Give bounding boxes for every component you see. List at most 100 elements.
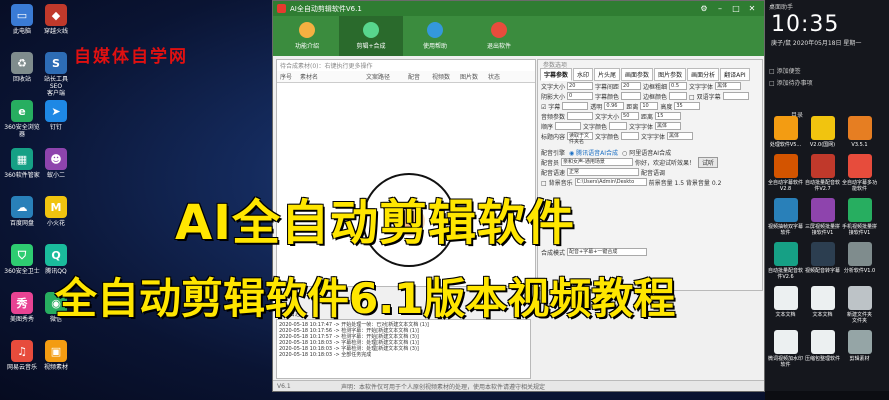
app-icon: ♻ bbox=[11, 52, 33, 74]
settings-icon[interactable]: ⚙ bbox=[696, 4, 712, 13]
app-icon: Q bbox=[45, 244, 67, 266]
param-label: 透明 bbox=[590, 103, 603, 111]
desktop-icon[interactable]: ♻ 回收站 bbox=[4, 52, 40, 83]
desktop-icon[interactable]: ◆ 穿越火线 bbox=[38, 4, 74, 35]
tab-help[interactable]: 使用帮助 bbox=[403, 16, 467, 56]
material-list-caption: 待合成素材(0)：右键执行更多操作 bbox=[280, 63, 373, 70]
param-field[interactable]: 0 bbox=[567, 92, 594, 100]
sidebar-file[interactable]: 处理软件V5... bbox=[767, 116, 804, 148]
sidebar-file-label: 视频抽帧双字幕软件 bbox=[767, 224, 803, 236]
desktop-icon[interactable]: ☁ 百度网盘 bbox=[4, 196, 40, 227]
sidebar-file[interactable]: 三屏视频批量拼接软件V1 bbox=[804, 198, 841, 236]
param-field[interactable] bbox=[722, 92, 749, 100]
desktop-icon[interactable]: e 360安全浏览器 bbox=[4, 100, 40, 138]
voice-field[interactable]: C:\Users\Admin\Deskto bbox=[574, 178, 647, 186]
sidebar-file[interactable]: V3.5.1 bbox=[841, 116, 878, 148]
param-field[interactable]: 黑体 bbox=[667, 132, 694, 140]
params-tab[interactable]: 图片参数 bbox=[654, 68, 687, 81]
desktop-icon[interactable]: ♫ 网易云音乐 bbox=[4, 340, 40, 371]
sidebar-file[interactable]: 手机视频批量拼接软件V1 bbox=[841, 198, 878, 236]
column-header[interactable]: 配音 bbox=[405, 71, 429, 82]
desktop-icon[interactable]: M 小火花 bbox=[38, 196, 74, 227]
column-header[interactable]: 状态 bbox=[485, 71, 515, 82]
file-icon bbox=[810, 286, 835, 310]
param-field[interactable] bbox=[562, 102, 589, 110]
desktop-icon[interactable]: ▭ 此电脑 bbox=[4, 4, 40, 35]
sidebar-file[interactable]: 视频抽帧双字幕软件 bbox=[767, 198, 804, 236]
param-field[interactable]: 读取于文件夹名 bbox=[567, 132, 594, 145]
file-icon bbox=[773, 198, 798, 222]
sidebar-file[interactable]: 文本文档 bbox=[767, 286, 804, 318]
param-field[interactable]: 35 bbox=[674, 102, 701, 110]
desktop-icon[interactable]: ☻ 蚁小二 bbox=[38, 148, 74, 179]
param-field[interactable]: 15 bbox=[655, 112, 682, 120]
param-field[interactable]: 50 bbox=[621, 112, 640, 120]
merge-mode-select[interactable]: 配音+字幕+一键合成 bbox=[567, 248, 648, 256]
sidebar-file-label: V3.5.1 bbox=[851, 142, 868, 148]
voice-ali-radio[interactable]: ○ 阿里语音AI合成 bbox=[622, 148, 671, 157]
param-label: 距离 bbox=[626, 103, 639, 111]
desktop-icon[interactable]: ▦ 360软件管家 bbox=[4, 148, 40, 179]
sidebar-file[interactable]: 分析软件V1.0 bbox=[841, 242, 878, 274]
column-header[interactable]: 图片数 bbox=[457, 71, 485, 82]
tab-exit[interactable]: 退出软件 bbox=[467, 16, 531, 56]
add-note-link[interactable]: □ 添加便签 bbox=[769, 66, 801, 75]
param-field[interactable] bbox=[555, 122, 582, 130]
desktop-icon[interactable]: 秀美图秀秀 bbox=[4, 292, 40, 323]
column-header[interactable]: 素材名 bbox=[297, 71, 363, 82]
sidebar-file[interactable]: 视频配音转字幕 bbox=[804, 242, 841, 274]
param-field[interactable] bbox=[621, 92, 642, 100]
sidebar-file[interactable]: 新建文件夹 文件夹 bbox=[841, 286, 878, 324]
param-field[interactable]: 10 bbox=[640, 102, 659, 110]
sidebar-file[interactable]: 压缩包整理软件 bbox=[804, 330, 841, 362]
params-tab[interactable]: 水印 bbox=[573, 68, 594, 81]
sidebar-file[interactable]: 剪辑素材 bbox=[841, 330, 878, 362]
voice-tencent-radio[interactable]: ◉ 腾讯语音AI合成 bbox=[569, 148, 618, 157]
app-icon: ▭ bbox=[11, 4, 33, 26]
sidebar-file[interactable]: V2.0(国网) bbox=[804, 116, 841, 148]
log-panel[interactable]: 2020-05-18 10:17:47 -> 开始处理一帧：已对[新建文本文档 … bbox=[276, 319, 531, 379]
params-tab[interactable]: 画面参数 bbox=[621, 68, 654, 81]
maximize-button[interactable]: □ bbox=[728, 4, 744, 13]
desktop-icon[interactable]: ⛉ 360安全卫士 bbox=[4, 244, 40, 275]
file-icon bbox=[773, 330, 798, 354]
sidebar-file[interactable]: 全自动字幕软件V2.8 bbox=[767, 154, 804, 192]
sidebar-file[interactable]: 微词视频加水印软件 bbox=[767, 330, 804, 368]
param-label: 边框粗细 bbox=[643, 83, 668, 91]
close-button[interactable]: ✕ bbox=[744, 4, 760, 13]
param-field[interactable]: 20 bbox=[621, 82, 642, 90]
param-field[interactable] bbox=[609, 122, 628, 130]
desktop-icon[interactable]: ▣ 视频素材 bbox=[38, 340, 74, 371]
param-field[interactable]: 20 bbox=[567, 82, 594, 90]
column-header[interactable]: 序号 bbox=[277, 71, 297, 82]
param-field[interactable] bbox=[621, 132, 640, 140]
params-tab[interactable]: 片头尾 bbox=[594, 68, 621, 81]
sidebar-file[interactable]: 全自动字幕多功能软件 bbox=[841, 154, 878, 192]
column-header[interactable]: 文案路径 bbox=[363, 71, 405, 82]
param-field[interactable] bbox=[567, 112, 594, 120]
param-field[interactable]: 0.5 bbox=[669, 82, 688, 90]
minimize-button[interactable]: – bbox=[712, 4, 728, 13]
param-field[interactable]: 黑体 bbox=[655, 122, 682, 130]
file-icon bbox=[847, 154, 872, 178]
params-tab[interactable]: 翻译API bbox=[720, 68, 750, 81]
desktop-icon[interactable]: S 站长工具SEO 客户端 bbox=[38, 52, 74, 97]
tab-edit-merge[interactable]: 剪辑+合成 bbox=[339, 16, 403, 56]
add-todo-link[interactable]: □ 添加待办事项 bbox=[769, 78, 813, 87]
param-field[interactable]: 0.96 bbox=[604, 102, 625, 110]
sidebar-file[interactable]: 自动批量配音软件V2.6 bbox=[767, 242, 804, 280]
title-bar[interactable]: AI全自动剪辑软件V6.1 ⚙ – □ ✕ bbox=[273, 1, 764, 16]
voice-field[interactable]: 亲和女声-通用场景 bbox=[561, 158, 634, 166]
voice-field[interactable]: 正常 bbox=[567, 168, 640, 176]
sidebar-file[interactable]: 自动批量配音软件V2.7 bbox=[804, 154, 841, 192]
param-field[interactable] bbox=[669, 92, 688, 100]
app-icon: ☻ bbox=[45, 148, 67, 170]
desktop-icon[interactable]: ➤ 钉钉 bbox=[38, 100, 74, 131]
params-tab[interactable]: 画面分析 bbox=[687, 68, 720, 81]
tab-intro[interactable]: 功能介绍 bbox=[275, 16, 339, 56]
param-field[interactable]: 黑体 bbox=[715, 82, 742, 90]
listen-button[interactable]: 试听 bbox=[698, 156, 719, 168]
sidebar-file[interactable]: 文本文档 bbox=[804, 286, 841, 318]
param-label: ☑ 字幕 bbox=[541, 103, 561, 111]
column-header[interactable]: 视频数 bbox=[429, 71, 457, 82]
